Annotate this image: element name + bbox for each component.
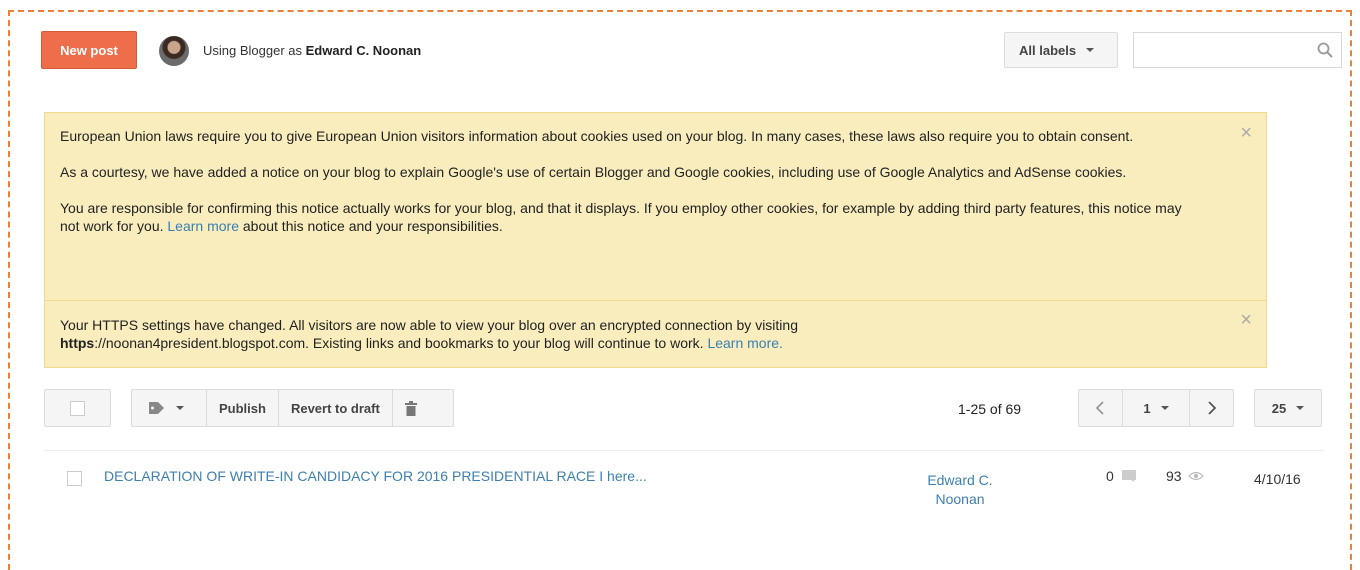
prev-page-button[interactable] <box>1079 390 1122 426</box>
post-range-count: 1-25 of 69 <box>958 401 1022 417</box>
chevron-right-icon <box>1208 401 1216 415</box>
post-actions-toolbar: Publish Revert to draft <box>131 389 454 427</box>
https-learn-more-link[interactable]: Learn more. <box>707 335 782 351</box>
avatar[interactable] <box>159 36 189 66</box>
author-line-1: Edward C. <box>927 472 993 488</box>
trash-icon <box>404 400 417 416</box>
search-box[interactable] <box>1133 32 1342 68</box>
https-notice-text: Your HTTPS settings have changed. All vi… <box>60 317 798 333</box>
new-post-button[interactable]: New post <box>41 31 137 69</box>
comment-count-value: 0 <box>1106 468 1114 484</box>
chevron-down-icon <box>1296 406 1305 410</box>
eu-cookie-notice: European Union laws require you to give … <box>60 127 1200 235</box>
chevron-down-icon <box>1086 48 1095 52</box>
post-author-link[interactable]: Edward C. Noonan <box>905 471 1015 509</box>
labels-dropdown-label: All labels <box>1019 42 1077 58</box>
eu-notice-p3-rest: about this notice and your responsibilit… <box>242 218 503 234</box>
pagination: 1 <box>1078 389 1234 427</box>
learn-more-link[interactable]: Learn more <box>167 218 239 234</box>
tag-icon <box>149 402 164 414</box>
page-select[interactable]: 1 <box>1123 390 1190 426</box>
view-count: 93 <box>1166 468 1204 484</box>
eu-notice-p3: You are responsible for confirming this … <box>60 199 1200 235</box>
page-number: 1 <box>1143 400 1151 416</box>
eye-icon <box>1187 471 1204 481</box>
revert-to-draft-button[interactable]: Revert to draft <box>279 390 392 426</box>
chevron-left-icon <box>1096 401 1104 415</box>
per-page-select[interactable]: 25 <box>1254 389 1322 427</box>
chevron-down-icon <box>1160 406 1169 410</box>
publish-button[interactable]: Publish <box>207 390 278 426</box>
label-menu-button[interactable] <box>132 390 206 426</box>
using-prefix: Using Blogger as <box>203 43 302 58</box>
table-row-divider <box>44 450 1324 451</box>
per-page-value: 25 <box>1271 400 1287 416</box>
https-notice: Your HTTPS settings have changed. All vi… <box>60 316 1200 352</box>
search-icon[interactable] <box>1317 42 1333 58</box>
user-info: Using Blogger as Edward C. Noonan <box>203 43 421 58</box>
labels-dropdown[interactable]: All labels <box>1004 32 1118 68</box>
author-line-2: Noonan <box>935 491 985 507</box>
post-title-link[interactable]: DECLARATION OF WRITE-IN CANDIDACY FOR 20… <box>104 468 647 484</box>
delete-button[interactable] <box>393 390 429 426</box>
close-icon[interactable]: × <box>1240 310 1252 330</box>
notice-box: European Union laws require you to give … <box>44 112 1267 368</box>
https-bold: https <box>60 335 95 351</box>
eu-notice-p2: As a courtesy, we have added a notice on… <box>60 164 1127 180</box>
user-name: Edward C. Noonan <box>305 43 422 58</box>
select-all-button[interactable] <box>44 389 111 427</box>
next-page-button[interactable] <box>1190 390 1233 426</box>
view-count-value: 93 <box>1166 468 1182 484</box>
close-icon[interactable]: × <box>1240 123 1252 143</box>
chevron-down-icon <box>176 406 184 410</box>
notice-divider <box>45 300 1266 301</box>
search-input[interactable] <box>1140 33 1314 67</box>
comment-icon <box>1121 470 1136 482</box>
post-date: 4/10/16 <box>1254 471 1301 487</box>
eu-notice-p1: European Union laws require you to give … <box>60 128 1134 144</box>
post-row-checkbox[interactable] <box>67 471 82 486</box>
select-all-checkbox[interactable] <box>70 400 85 416</box>
comment-count: 0 <box>1106 468 1136 484</box>
https-notice-url: ://noonan4president.blogspot.com. Existi… <box>94 335 704 351</box>
